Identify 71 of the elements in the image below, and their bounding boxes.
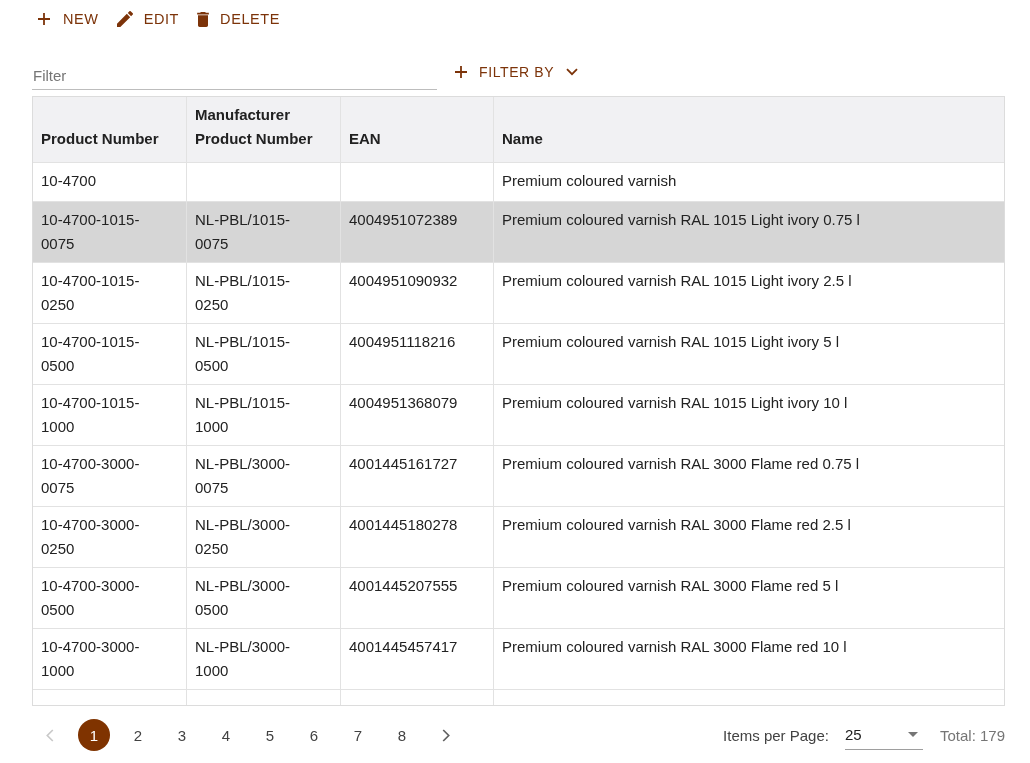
table-row[interactable]: 10-4700-1015-0250 NL-PBL/1015-0250 4004951090932 Premium coloured varnish RAL 1015 Light ivory 2.5 l (33, 263, 1004, 324)
chevron-left-icon (46, 728, 54, 742)
table-row[interactable]: 10-4700-3000-0075 NL-PBL/3000-0075 4001445161727 Premium coloured varnish RAL 3000 Flame red 0.75 l (33, 446, 1004, 507)
column-header: EAN (341, 97, 494, 162)
table-cell-text: Premium coloured varnish RAL 1015 Light ivory 5 l (501, 332, 841, 352)
table-cell: 4004951118216 (341, 324, 494, 384)
table-cell-text: Premium coloured varnish RAL 1015 Light ivory 10 l (501, 393, 849, 413)
trash-icon (197, 11, 210, 27)
table-cell: 10-4700-1015-1000 (33, 385, 187, 445)
table-cell: NL-PBL/3000-0250 (187, 507, 341, 567)
table-cell-text: Premium coloured varnish RAL 3000 Flame red 10 l (501, 637, 848, 657)
table-cell: 10-4700-3000-0500 (33, 568, 187, 628)
table-cell: 4004951368079 (341, 385, 494, 445)
table-cell: NL-PBL/1015-0250 (187, 263, 341, 323)
table-row[interactable]: 10-4700-3000-1000 NL-PBL/3000-1000 4001445457417 Premium coloured varnish RAL 3000 Flame red 10 l (33, 629, 1004, 690)
table-cell: 10-4700-3000-1000 (33, 629, 187, 689)
page-button[interactable]: 5 (254, 719, 286, 751)
table-cell: NL-PBL/1015-1000 (187, 385, 341, 445)
table-cell: 4001445457417 (341, 629, 494, 689)
page-button[interactable]: 7 (342, 719, 374, 751)
pencil-icon (116, 11, 133, 27)
table-row[interactable]: 10-4700-1015-1000 NL-PBL/1015-1000 4004951368079 Premium coloured varnish RAL 1015 Light ivory 10 l (33, 385, 1004, 446)
table-cell: 10-4700 (33, 163, 187, 201)
page-button[interactable]: 3 (166, 719, 198, 751)
chevron-right-icon (442, 728, 450, 742)
chevron-down-icon (566, 68, 579, 76)
page-button[interactable]: 1 (78, 719, 110, 751)
column-header: Product Number (33, 97, 187, 162)
table-cell-text: Premium coloured varnish RAL 3000 Flame red 0.75 l (501, 454, 861, 474)
table-cell: NL-PBL/3000-1000 (187, 629, 341, 689)
table-cell-text: Premium coloured varnish RAL 1015 Light ivory 2.5 l (501, 271, 853, 291)
delete-button[interactable]: DELETE (191, 7, 287, 31)
page-button[interactable]: 2 (122, 719, 154, 751)
table-cell: 4001445180278 (341, 507, 494, 567)
plus-icon (455, 66, 467, 78)
table-cell-text: Premium coloured varnish RAL 3000 Flame red 5 l (501, 576, 840, 596)
table-cell-text: Premium coloured varnish (501, 171, 678, 191)
items-per-page-select[interactable]: 25 (844, 720, 923, 750)
table-cell: 10-4700-1015-0250 (33, 263, 187, 323)
column-header: Name (494, 97, 1004, 162)
table-cell: NL-PBL/1015-0500 (187, 324, 341, 384)
edit-button[interactable]: EDIT (110, 7, 186, 31)
new-button[interactable]: NEW (32, 7, 105, 31)
table-cell: NL-PBL/3000-0500 (187, 568, 341, 628)
table-row[interactable]: 10-4700-1015-0075 NL-PBL/1015-0075 4004951072389 Premium coloured varnish RAL 1015 Light ivory 0.75 l (33, 202, 1004, 263)
items-per-page-label: Items per Page: (723, 726, 829, 744)
page-button[interactable]: 4 (210, 719, 242, 751)
table-row[interactable]: 10-4700-3000-0500 NL-PBL/3000-0500 4001445207555 Premium coloured varnish RAL 3000 Flame red 5 l (33, 568, 1004, 629)
table-cell: 10-4700-1015-0075 (33, 202, 187, 262)
table-cell: 10-4700-3000-0250 (33, 507, 187, 567)
table-cell: 4001445207555 (341, 568, 494, 628)
table-cell: NL-PBL/1015-0075 (187, 202, 341, 262)
table-cell: 10-4700-3000-0075 (33, 446, 187, 506)
page-button[interactable]: 6 (298, 719, 330, 751)
table-row[interactable]: 10-4700 Premium coloured varnish (33, 163, 1004, 202)
table-cell: 4004951072389 (341, 202, 494, 262)
filter-field[interactable]: Filter (32, 60, 437, 90)
table-cell-text: Premium coloured varnish RAL 3000 Flame red 2.5 l (501, 515, 852, 535)
table-cell-text: Premium coloured varnish RAL 1015 Light ivory 0.75 l (501, 210, 861, 230)
total-count: Total: 179 (939, 726, 1005, 744)
table-cell: 4004951090932 (341, 263, 494, 323)
table-row[interactable]: 10-4700-1015-0500 NL-PBL/1015-0500 4004951118216 Premium coloured varnish RAL 1015 Light ivory 5 l (33, 324, 1004, 385)
plus-icon (38, 13, 50, 25)
table-cell: 4001445161727 (341, 446, 494, 506)
table-row[interactable]: 10-4700-3000-0250 NL-PBL/3000-0250 4001445180278 Premium coloured varnish RAL 3000 Flame red 2.5 l (33, 507, 1004, 568)
table-cell: NL-PBL/3000-0075 (187, 446, 341, 506)
table-cell: 10-4700-1015-0500 (33, 324, 187, 384)
caret-down-icon (907, 732, 918, 737)
page-button[interactable]: 8 (386, 719, 418, 751)
column-header: Manufacturer Product Number (187, 97, 341, 162)
filter-by-button[interactable]: FILTER BY (449, 58, 585, 86)
